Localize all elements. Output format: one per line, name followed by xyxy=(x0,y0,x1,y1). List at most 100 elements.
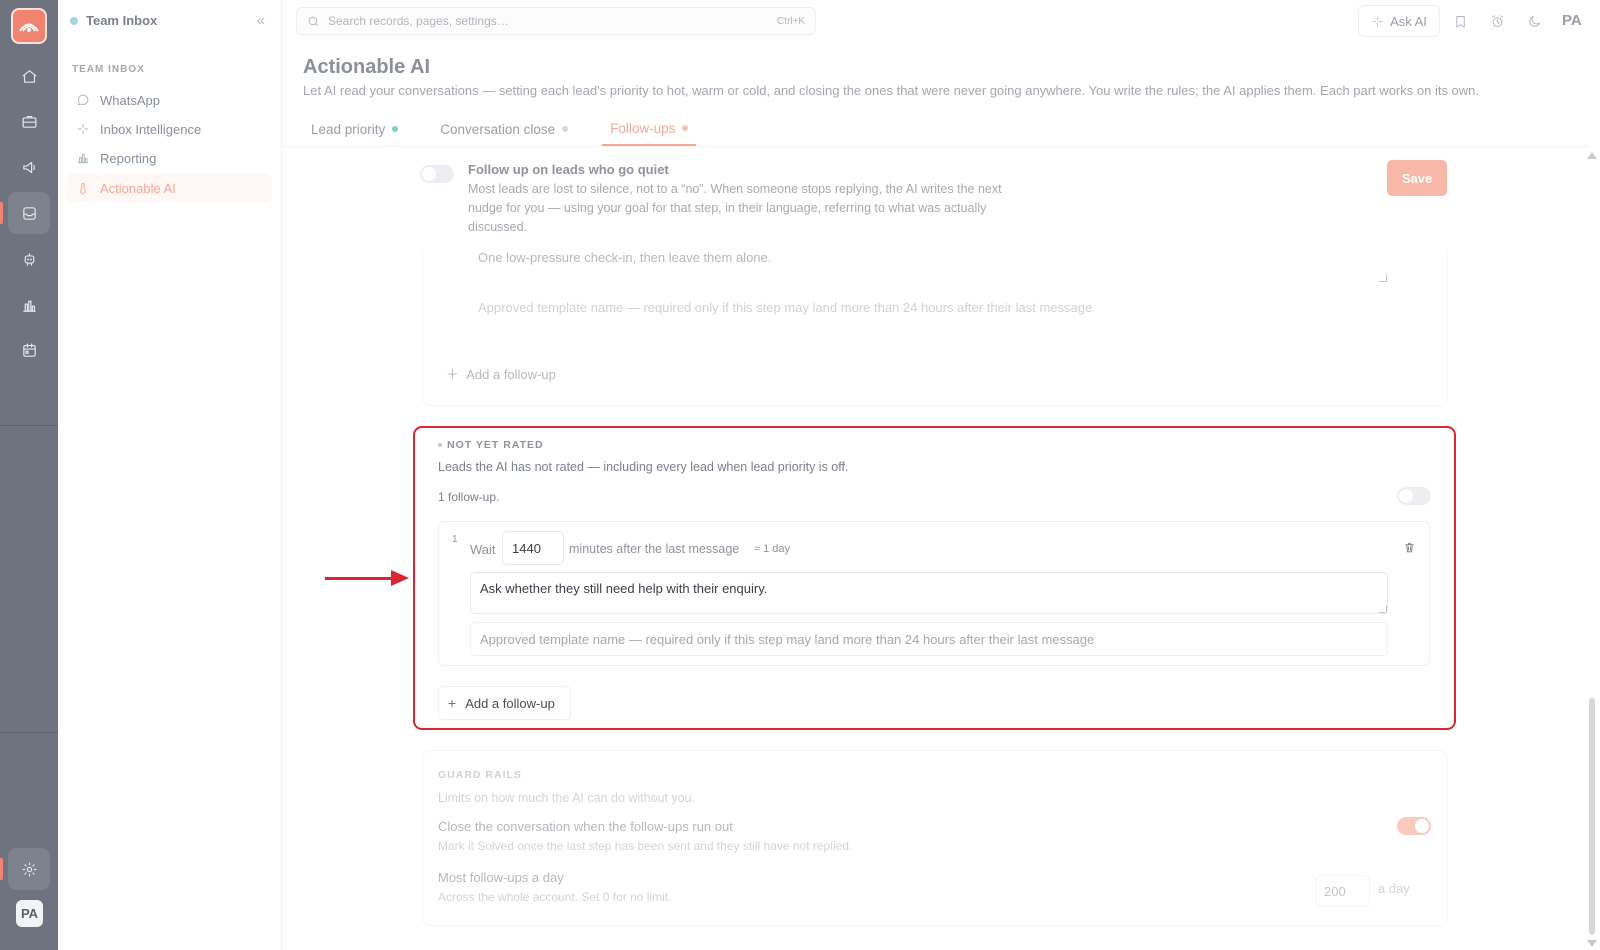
search-icon xyxy=(308,16,319,26)
sidebar-header: Team Inbox xyxy=(70,13,157,28)
search-input[interactable]: Search records, pages, settings… xyxy=(328,14,769,28)
priority-dot xyxy=(438,443,442,447)
section-description: Leads the AI has not rated — including e… xyxy=(438,460,849,474)
annotation-arrow-head xyxy=(391,570,409,586)
sidebar-item-whatsapp[interactable]: WhatsApp xyxy=(66,86,272,114)
sidebar-item-label: Reporting xyxy=(100,150,157,166)
tab-status-dot xyxy=(562,126,569,132)
delete-step-icon[interactable] xyxy=(1403,541,1417,555)
sparkle-icon xyxy=(1372,16,1383,26)
alarm-clock-icon[interactable] xyxy=(1487,11,1507,31)
settings-icon[interactable] xyxy=(17,857,41,881)
collapse-sidebar-icon[interactable]: « xyxy=(257,12,265,29)
user-avatar[interactable]: PA xyxy=(16,900,43,927)
inbox-icon[interactable] xyxy=(17,201,41,225)
sidebar-item-actionable-ai[interactable]: Actionable AI xyxy=(66,174,272,202)
max-follow-ups-unit: a day xyxy=(1378,881,1410,896)
briefcase-icon[interactable] xyxy=(17,109,41,133)
max-follow-ups-description: Across the whole account. Set 0 for no l… xyxy=(438,890,672,904)
tab-label: Lead priority xyxy=(311,121,386,137)
tab-follow-ups[interactable]: Follow-ups xyxy=(602,112,697,146)
icon-rail: PA xyxy=(0,0,58,950)
max-follow-ups-input[interactable]: 200 xyxy=(1315,875,1370,907)
logo-icon xyxy=(19,23,39,32)
home-icon[interactable] xyxy=(17,64,41,88)
add-follow-up-label: Add a follow-up xyxy=(465,695,555,711)
moon-icon[interactable] xyxy=(1524,11,1544,31)
sidebar-item-reporting[interactable]: Reporting xyxy=(66,144,272,172)
tab-label: Conversation close xyxy=(440,121,556,137)
bar-chart-icon xyxy=(77,154,89,164)
step-number: 1 xyxy=(452,534,458,545)
rail-divider xyxy=(0,732,58,733)
search-shortcut: Ctrl+K xyxy=(776,15,805,27)
close-when-run-out-toggle[interactable] xyxy=(1397,817,1431,835)
close-when-run-out-title: Close the conversation when the follow-u… xyxy=(438,819,733,834)
sparkle-icon xyxy=(77,123,89,135)
wait-after-text: minutes after the last message xyxy=(569,542,740,556)
rail-active-indicator xyxy=(0,202,3,224)
resize-handle-icon[interactable] xyxy=(1379,605,1387,613)
scroll-up-arrow[interactable] xyxy=(1587,152,1597,159)
status-dot xyxy=(70,16,78,25)
tab-lead-priority[interactable]: Lead priority xyxy=(303,112,406,146)
follow-up-count: 1 follow-up. xyxy=(438,490,500,504)
annotation-arrow xyxy=(325,577,393,580)
guard-rails-description: Limits on how much the AI can do without… xyxy=(438,791,696,805)
sidebar-item-label: Actionable AI xyxy=(100,180,176,196)
sidebar-item-label: WhatsApp xyxy=(100,92,160,108)
ask-ai-label: Ask AI xyxy=(1390,13,1427,29)
follow-ups-title: Follow up on leads who go quiet xyxy=(468,162,669,177)
bookmark-icon[interactable] xyxy=(1450,11,1470,31)
sidebar: Team Inbox « TEAM INBOX WhatsApp Inbox I… xyxy=(58,0,282,950)
add-follow-up-button[interactable]: + Add a follow-up xyxy=(438,686,571,720)
template-name-input[interactable]: Approved template name — required only i… xyxy=(478,300,1092,315)
scroll-down-arrow[interactable] xyxy=(1587,940,1597,947)
ask-ai-button[interactable]: Ask AI xyxy=(1358,5,1440,37)
header-divider xyxy=(282,146,1588,147)
wait-approx: ≈ 1 day xyxy=(754,543,791,555)
sidebar-item-inbox-intelligence[interactable]: Inbox Intelligence xyxy=(66,115,272,143)
add-follow-up-label: Add a follow-up xyxy=(466,367,556,382)
chart-icon[interactable] xyxy=(17,293,41,317)
tab-status-dot xyxy=(682,125,689,131)
save-button[interactable]: Save xyxy=(1387,160,1447,196)
follow-ups-toggle[interactable] xyxy=(420,165,454,183)
whatsapp-icon xyxy=(77,94,89,106)
app-logo[interactable] xyxy=(11,8,47,44)
scrollbar-thumb[interactable] xyxy=(1589,698,1595,935)
previous-priority-card xyxy=(422,252,1448,406)
sidebar-title: Team Inbox xyxy=(86,13,158,28)
calendar-icon[interactable] xyxy=(17,338,41,362)
max-follow-ups-title: Most follow-ups a day xyxy=(438,870,564,885)
user-initials[interactable]: PA xyxy=(1562,12,1582,29)
resize-handle-icon[interactable] xyxy=(1379,274,1387,282)
guard-rails-label: GUARD RAILS xyxy=(438,769,522,781)
add-follow-up-button[interactable]: ＋ Add a follow-up xyxy=(446,364,556,383)
search-bar[interactable]: Search records, pages, settings… Ctrl+K xyxy=(296,7,816,35)
section-label-text: NOT YET RATED xyxy=(447,439,544,451)
plus-icon: + xyxy=(448,695,457,711)
follow-up-message[interactable]: Ask whether they still need help with th… xyxy=(470,572,1388,614)
template-name-input[interactable]: Approved template name — required only i… xyxy=(470,622,1388,656)
not-yet-rated-toggle[interactable] xyxy=(1397,487,1431,505)
follow-ups-description: Most leads are lost to silence, not to a… xyxy=(468,182,1002,234)
tab-status-dot xyxy=(392,126,399,132)
thermometer-icon xyxy=(80,182,86,194)
close-when-run-out-description: Mark it Solved once the last step has be… xyxy=(438,839,853,853)
page-description: Let AI read your conversations — setting… xyxy=(303,83,1480,98)
tab-label: Follow-ups xyxy=(610,120,676,136)
sidebar-item-label: Inbox Intelligence xyxy=(100,121,202,137)
robot-icon[interactable] xyxy=(17,247,41,271)
section-label: NOT YET RATED xyxy=(438,439,544,451)
megaphone-icon[interactable] xyxy=(17,155,41,179)
wait-minutes-input[interactable]: 1440 xyxy=(502,531,564,565)
rail-divider xyxy=(0,425,58,426)
step-message[interactable]: One low-pressure check-in, then leave th… xyxy=(478,250,771,265)
page-title: Actionable AI xyxy=(303,56,431,78)
tab-bar: Lead priority Conversation close Follow-… xyxy=(303,112,697,146)
sidebar-section-label: TEAM INBOX xyxy=(72,64,145,75)
settings-indicator xyxy=(0,858,3,880)
tab-conversation-close[interactable]: Conversation close xyxy=(432,112,576,146)
wait-label: Wait xyxy=(470,542,496,557)
